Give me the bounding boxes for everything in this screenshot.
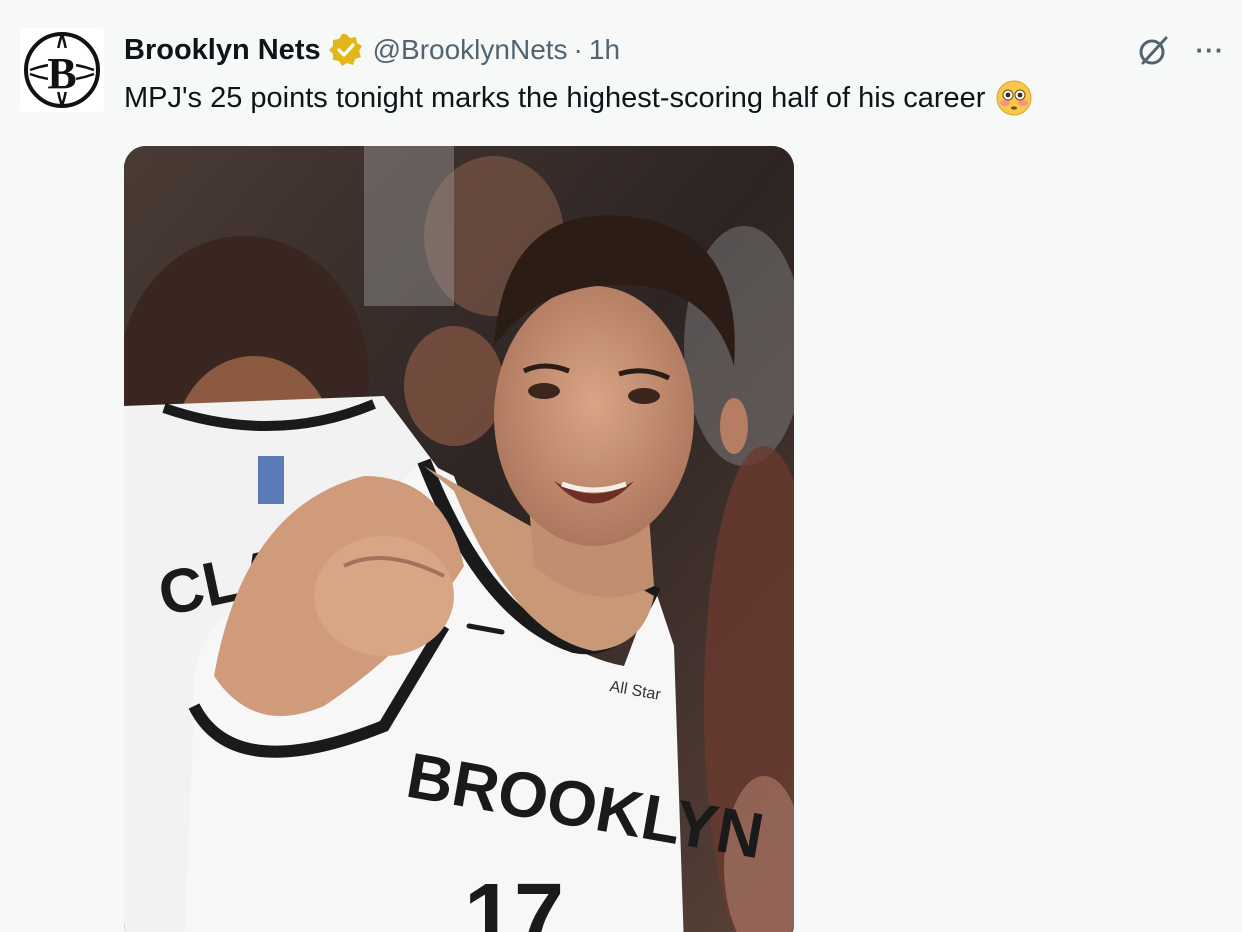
- tweet-header: Brooklyn Nets @BrooklynNets · 1h: [124, 30, 620, 70]
- avatar-letter: B: [47, 49, 76, 98]
- flushed-face-emoji-icon: [995, 79, 1033, 117]
- avatar[interactable]: B: [20, 28, 104, 112]
- more-options-icon[interactable]: ···: [1190, 30, 1230, 70]
- grok-icon[interactable]: [1134, 32, 1172, 70]
- separator-dot: ·: [573, 34, 583, 65]
- user-handle[interactable]: @BrooklynNets: [373, 34, 568, 66]
- nets-logo-icon: B: [24, 32, 100, 108]
- timestamp[interactable]: 1h: [589, 34, 620, 66]
- tweet-photo[interactable]: CLA BROOKLYN 17 All Star: [124, 146, 794, 932]
- tweet-text-body: MPJ's 25 points tonight marks the highes…: [124, 81, 986, 114]
- jersey-number: 17: [464, 866, 564, 932]
- verified-badge-icon[interactable]: [328, 33, 363, 67]
- display-name[interactable]: Brooklyn Nets: [124, 34, 321, 67]
- tweet-card[interactable]: B Brooklyn Nets @BrooklynNets · 1h ··· M…: [0, 0, 1242, 932]
- tweet-text: MPJ's 25 points tonight marks the highes…: [124, 76, 1033, 120]
